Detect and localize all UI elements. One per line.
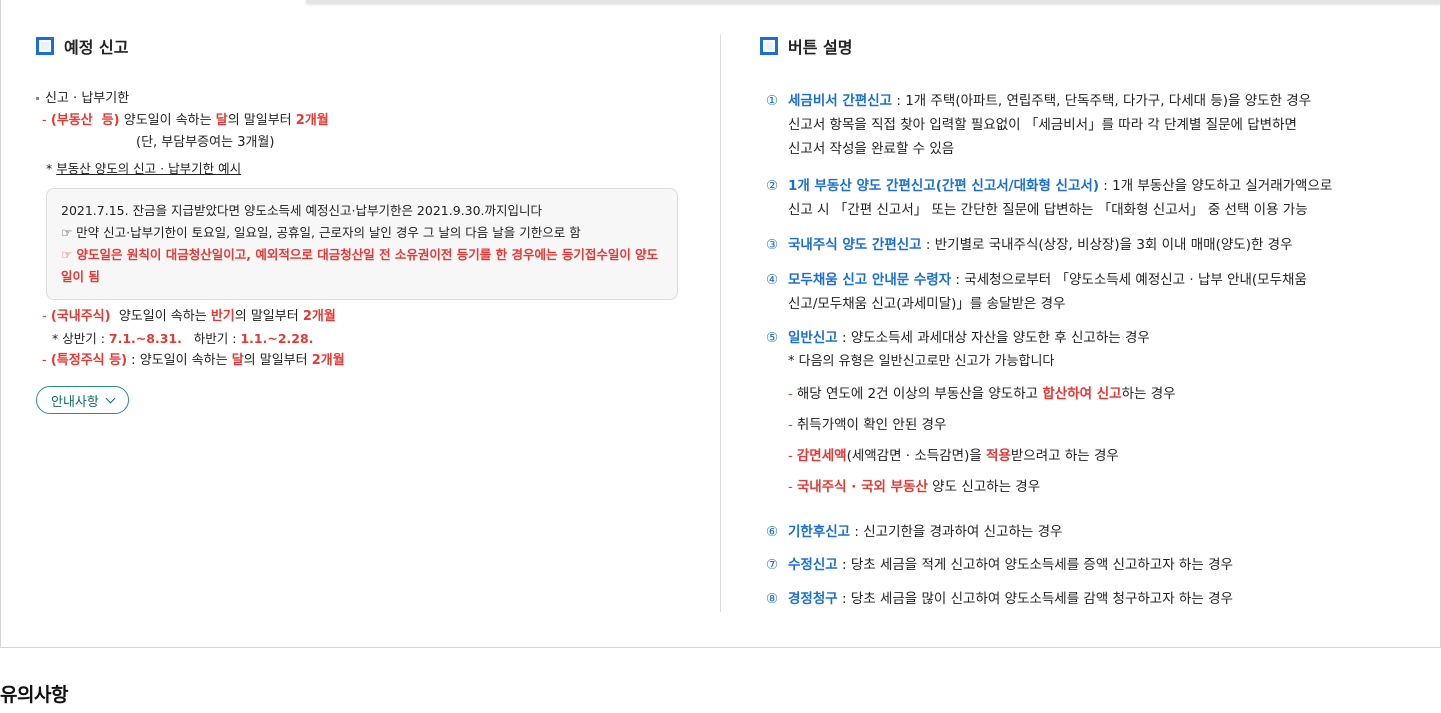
column-divider <box>720 34 721 612</box>
domestic-stock-row: - (국내주식) 양도일이 속하는 반기의 말일부터 2개월 <box>42 309 336 324</box>
example-line-3: ☞ 양도일은 원칙이 대금청산일이고, 예외적으로 대금청산일 전 소유권이전 … <box>61 247 659 284</box>
domestic-stock-label: (국내주식) <box>50 309 111 324</box>
list-item: ⑤ 일반신고 : 양도소득세 과세대상 자산을 양도한 후 신고하는 경우 * 다… <box>766 330 1150 369</box>
list-item: ⑧ 경정청구 : 당초 세금을 많이 신고하여 양도소득세를 감액 청구하고자 하… <box>766 591 1233 607</box>
example-box: 2021.7.15. 잔금을 지급받았다면 양도소득세 예정신고·납부기한은 2… <box>46 188 678 300</box>
list-item: ⑥ 기한후신고 : 신고기한을 경과하여 신고하는 경우 <box>766 524 1063 540</box>
half-year-row: * 상반기 : 7.1.~8.31. 하반기 : 1.1.~2.28. <box>52 331 314 346</box>
specific-stock-label: (특정주식 등) <box>50 353 128 368</box>
example-line-1: 2021.7.15. 잔금을 지급받았다면 양도소득세 예정신고·납부기한은 2… <box>61 203 543 218</box>
general-case-1: - 해당 연도에 2건 이상의 부동산을 양도하고 합산하여 신고하는 경우 <box>788 386 1176 402</box>
dot-icon <box>36 97 39 100</box>
deadline-block: 신고 · 납부기한 - (부동산 등) 양도일이 속하는 달의 말일부터 2개월… <box>36 88 686 372</box>
square-bullet-icon <box>36 37 54 55</box>
deadline-header: 신고 · 납부기한 <box>36 88 686 110</box>
section-title-button-desc: 버튼 설명 <box>760 34 852 58</box>
list-item: ⑦ 수정신고 : 당초 세금을 적게 신고하여 양도소득세를 증액 신고하고자 하… <box>766 557 1233 573</box>
general-case-4: - 국내주식 · 국외 부동산 양도 신고하는 경우 <box>788 479 1041 495</box>
section-title-text: 버튼 설명 <box>788 38 853 57</box>
square-bullet-icon <box>760 37 778 55</box>
guide-button-label: 안내사항 <box>51 394 99 410</box>
specific-stock-row: - (특정주식 등) : 양도일이 속하는 달의 말일부터 2개월 <box>42 353 345 368</box>
example-title: 부동산 양도의 신고 · 납부기한 예시 <box>56 161 242 176</box>
section-title-scheduled-report: 예정 신고 <box>36 34 128 58</box>
notice-heading: 유의사항 <box>0 684 68 706</box>
realestate-row: - (부동산 등) 양도일이 속하는 달의 말일부터 2개월 <box>42 113 329 128</box>
realestate-label: (부동산 등) <box>50 113 120 128</box>
list-item: ① 세금비서 간편신고 : 1개 주택(아파트, 연립주택, 단독주택, 다가구,… <box>766 93 1312 157</box>
list-item: ③ 국내주식 양도 간편신고 : 반기별로 국내주식(상장, 비상장)을 3회 이… <box>766 237 1293 253</box>
guide-button[interactable]: 안내사항 <box>36 386 129 414</box>
example-title-row: * 부동산 양도의 신고 · 납부기한 예시 <box>46 161 242 176</box>
section-title-text: 예정 신고 <box>64 38 129 57</box>
list-item: ④ 모두채움 신고 안내문 수령자 : 국세청으로부터 「양도소득세 예정신고 ·… <box>766 272 1307 312</box>
general-case-2: - 취득가액이 확인 안된 경우 <box>788 417 947 433</box>
list-item: ② 1개 부동산 양도 간편신고(간편 신고서/대화형 신고서) : 1개 부동산… <box>766 178 1333 218</box>
chevron-down-icon <box>105 393 116 403</box>
general-case-3: - 감면세액(세액감면 · 소득감면)을 적용받으려고 하는 경우 <box>788 448 1119 464</box>
example-line-2: ☞ 만약 신고·납부기한이 토요일, 일요일, 공휴일, 근로자의 날인 경우 … <box>61 225 581 240</box>
realestate-note: (단, 부담부증여는 3개월) <box>136 135 275 150</box>
